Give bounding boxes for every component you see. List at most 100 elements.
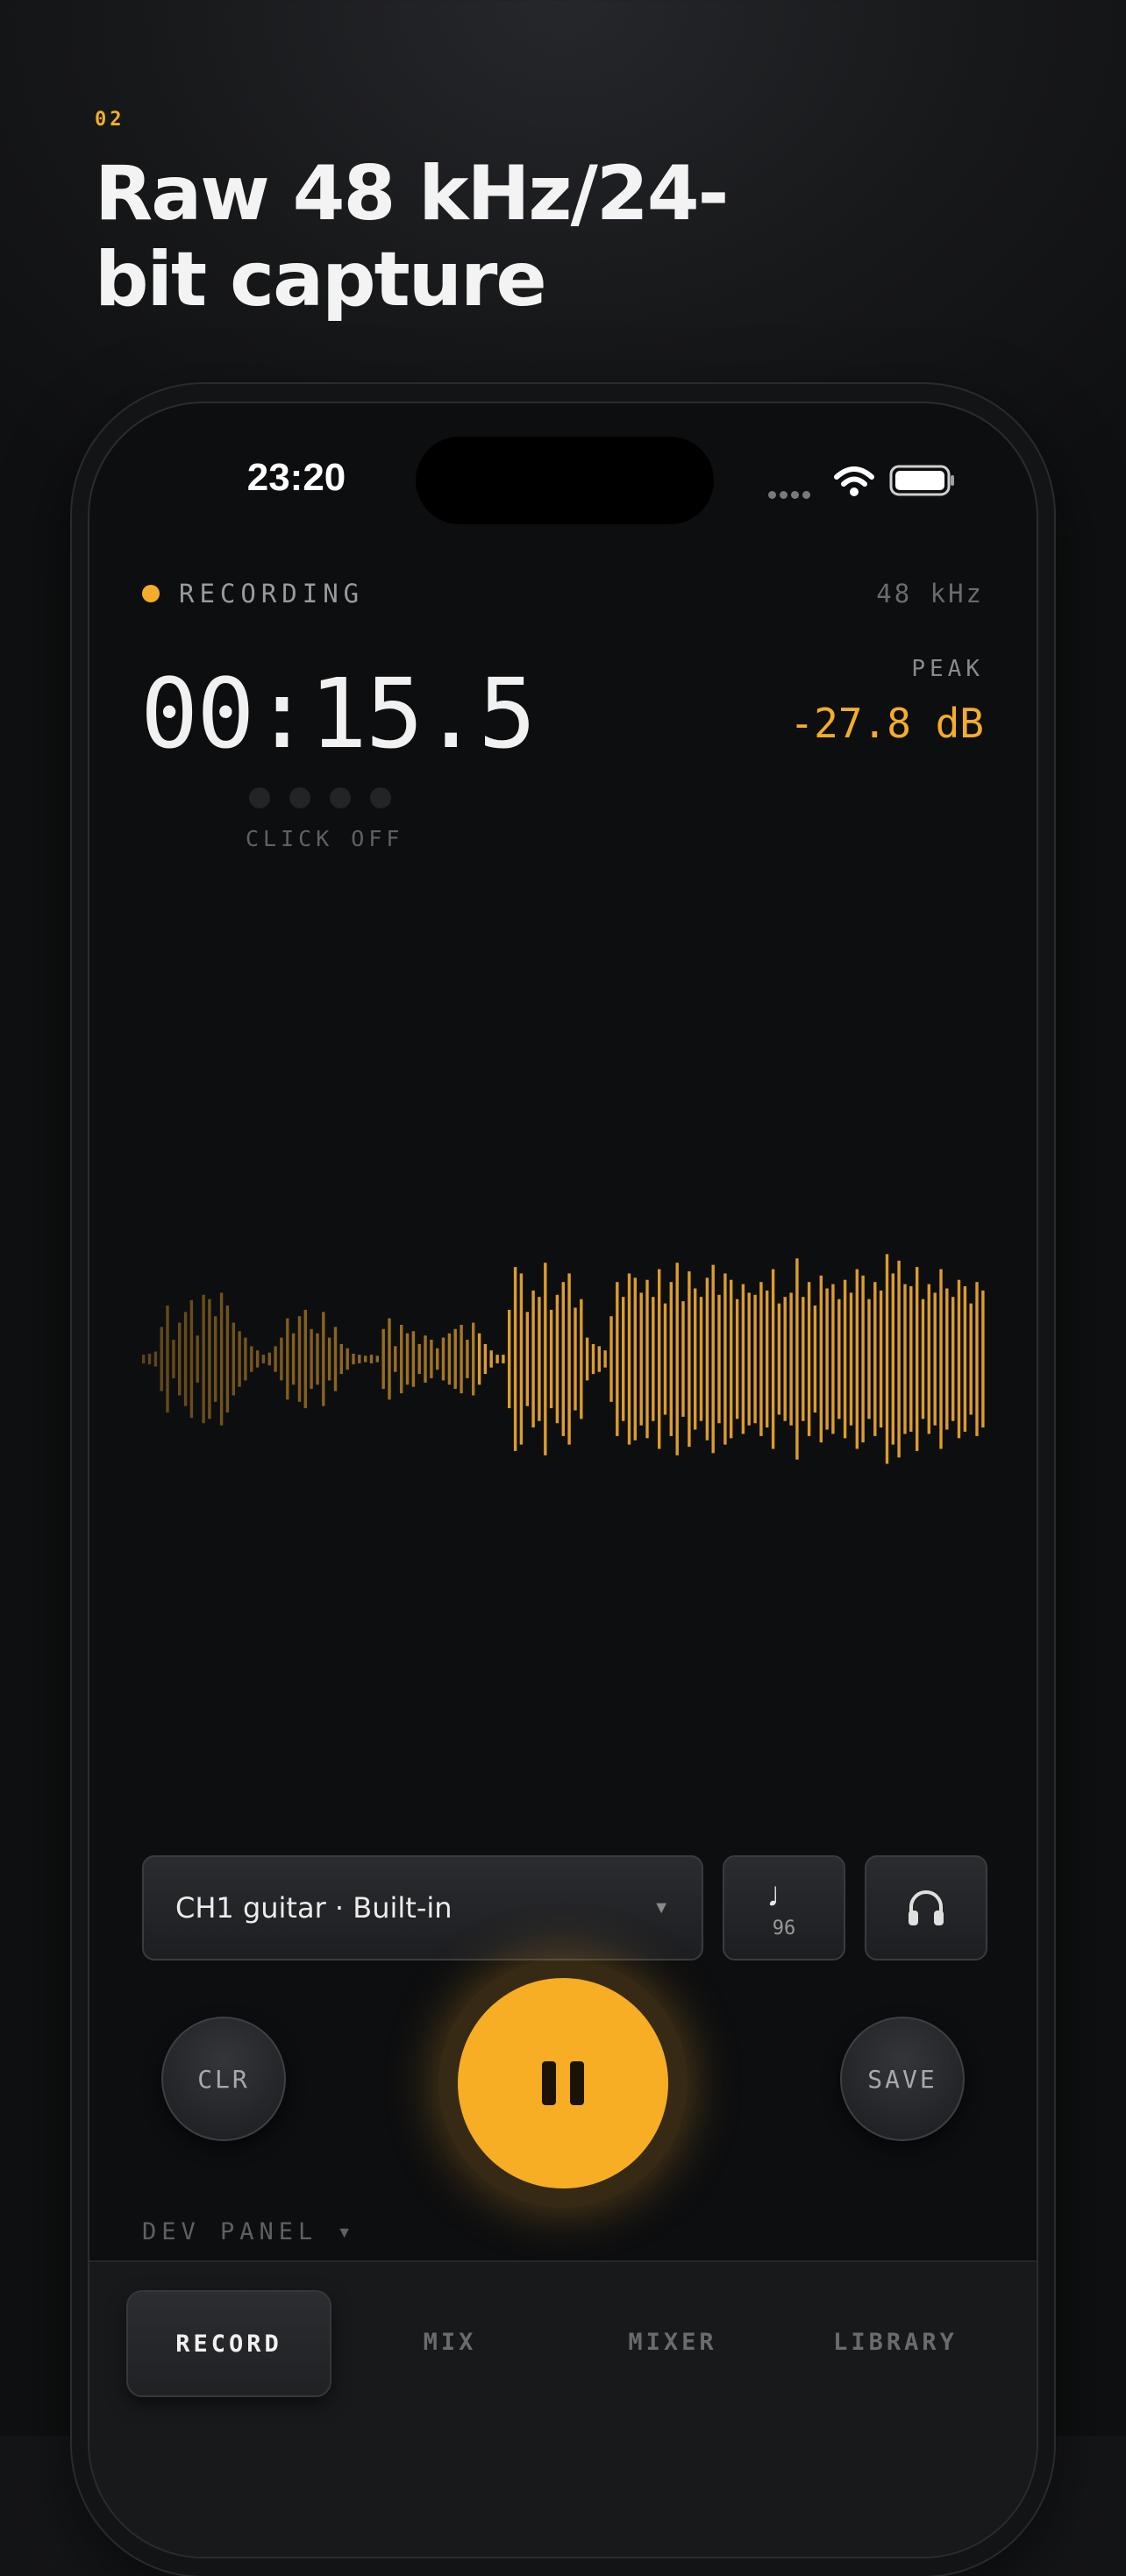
waveform-bar <box>495 1355 499 1363</box>
waveform-bar <box>909 1286 913 1432</box>
waveform-bar <box>411 1331 416 1387</box>
waveform-bar <box>381 1328 385 1390</box>
waveform-bar <box>753 1294 757 1424</box>
waveform-bar <box>766 1290 769 1428</box>
waveform-bar <box>897 1260 901 1458</box>
metronome-button[interactable]: ♩ 96 <box>723 1855 845 1960</box>
waveform-bar <box>933 1292 937 1426</box>
waveform-bar <box>153 1351 158 1367</box>
waveform-bar <box>747 1292 751 1426</box>
waveform-bar <box>723 1273 727 1445</box>
waveform-bar <box>561 1282 565 1436</box>
waveform-bar <box>795 1258 799 1460</box>
waveform-bar <box>916 1267 919 1451</box>
waveform-bar <box>441 1337 445 1381</box>
sample-rate: 48 kHz <box>876 579 984 608</box>
waveform-bar <box>777 1303 781 1415</box>
step-number: 02 <box>95 109 125 131</box>
tab-record[interactable]: RECORD <box>126 2290 331 2397</box>
waveform-bar <box>327 1337 331 1381</box>
waveform-bar <box>730 1279 733 1439</box>
waveform-bar <box>879 1290 883 1428</box>
waveform-bar <box>417 1343 421 1375</box>
waveform-bar <box>513 1267 517 1451</box>
waveform-bar <box>352 1353 355 1365</box>
waveform-bar <box>489 1350 493 1368</box>
waveform-bar <box>963 1286 967 1432</box>
waveform-bar <box>574 1307 577 1411</box>
peak-value: -27.8 dB <box>789 700 984 747</box>
waveform <box>142 1254 985 1464</box>
waveform-bar <box>261 1355 266 1363</box>
waveform-bar <box>843 1279 847 1439</box>
waveform-bar <box>939 1269 943 1449</box>
waveform-bar <box>759 1282 763 1436</box>
waveform-bar <box>525 1312 529 1406</box>
waveform-bar <box>699 1297 703 1421</box>
waveform-bar <box>627 1273 631 1445</box>
dev-panel-toggle[interactable]: DEV PANEL ▾ <box>142 2218 357 2245</box>
save-button[interactable]: SAVE <box>840 2017 965 2141</box>
waveform-bar <box>837 1299 841 1420</box>
beat-dot <box>249 787 270 808</box>
clear-button[interactable]: CLR <box>161 2017 286 2141</box>
waveform-bar <box>202 1294 205 1424</box>
waveform-bar <box>921 1299 925 1420</box>
waveform-bar <box>789 1292 793 1426</box>
waveform-bar <box>783 1297 787 1421</box>
waveform-bar <box>172 1340 175 1378</box>
waveform-bar <box>658 1269 661 1449</box>
page-title: Raw 48 kHz/24-bit capture <box>95 150 729 324</box>
waveform-bar <box>208 1299 211 1420</box>
waveform-bar <box>580 1299 583 1420</box>
waveform-bar <box>267 1352 271 1366</box>
waveform-bar <box>927 1284 930 1434</box>
waveform-bar <box>322 1312 325 1406</box>
waveform-bar <box>436 1348 439 1370</box>
waveform-bar <box>813 1306 817 1413</box>
headphones-icon <box>909 1890 944 1925</box>
waveform-bar <box>472 1322 475 1396</box>
beat-dot <box>330 787 351 808</box>
waveform-bar <box>346 1348 349 1370</box>
waveform-bar <box>567 1273 571 1445</box>
waveform-bar <box>316 1333 319 1385</box>
waveform-bar <box>549 1309 553 1409</box>
tab-mixer[interactable]: MIXER <box>572 2290 773 2394</box>
waveform-bar <box>867 1299 871 1420</box>
metronome-beat-indicator <box>249 787 391 808</box>
click-status: CLICK OFF <box>246 826 404 851</box>
waveform-bar <box>975 1282 979 1436</box>
waveform-bar <box>688 1271 691 1448</box>
waveform-bar <box>375 1356 379 1363</box>
waveform-bar <box>873 1282 877 1436</box>
monitor-button[interactable] <box>865 1855 987 1960</box>
input-source-select[interactable]: CH1 guitar · Built-in ▼ <box>142 1855 703 1960</box>
waveform-bar <box>741 1284 745 1434</box>
waveform-bar <box>358 1355 361 1363</box>
beat-dot <box>370 787 391 808</box>
tab-library[interactable]: LIBRARY <box>795 2290 996 2394</box>
waveform-bar <box>681 1301 685 1417</box>
waveform-bar <box>244 1337 247 1381</box>
pause-button[interactable] <box>458 1978 668 2188</box>
recording-status: RECORDING <box>142 579 364 608</box>
waveform-bar <box>969 1303 973 1415</box>
waveform-bar <box>394 1346 397 1372</box>
waveform-bar <box>178 1322 182 1396</box>
waveform-bar <box>466 1340 469 1378</box>
waveform-bar <box>483 1343 488 1375</box>
waveform-bar <box>303 1309 307 1409</box>
waveform-bar <box>807 1282 811 1436</box>
waveform-bar <box>633 1277 637 1441</box>
waveform-bar <box>166 1306 169 1413</box>
waveform-bar <box>645 1279 649 1439</box>
wifi-icon <box>834 466 874 496</box>
waveform-bar <box>339 1343 343 1375</box>
waveform-bar <box>663 1303 667 1415</box>
waveform-bar <box>424 1335 427 1383</box>
waveform-bar <box>652 1297 655 1421</box>
waveform-bar <box>430 1340 433 1378</box>
dynamic-island <box>416 437 714 524</box>
tab-mix[interactable]: MIX <box>349 2290 551 2394</box>
